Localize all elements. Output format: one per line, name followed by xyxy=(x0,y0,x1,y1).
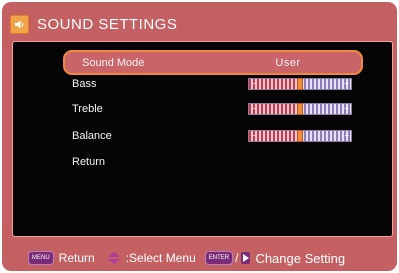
menu-item-label: Return xyxy=(72,156,106,168)
slider-knob[interactable] xyxy=(297,103,303,115)
slider-fill-left xyxy=(249,131,300,141)
slider-minus-icon: − xyxy=(251,79,256,88)
osd-frame: SOUND SETTINGS Sound Mode User Bass − + … xyxy=(2,2,397,271)
menu-key-badge: MENU xyxy=(28,251,54,265)
slider-fill-left xyxy=(249,104,300,114)
enter-key-badge: ENTER xyxy=(204,251,234,265)
slider-minus-icon: − xyxy=(251,104,256,113)
slider-knob[interactable] xyxy=(297,78,303,90)
slider-knob[interactable] xyxy=(297,130,303,142)
menu-item-label: Treble xyxy=(72,103,103,115)
slider-minus-icon: − xyxy=(251,131,256,140)
footer-change-label: Change Setting xyxy=(255,250,346,266)
sound-mode-value: User xyxy=(275,56,301,69)
menu-item-label: Sound Mode xyxy=(82,56,145,69)
page-title: SOUND SETTINGS xyxy=(37,15,178,33)
footer-slash: / xyxy=(235,251,239,265)
footer-return-label: Return xyxy=(58,251,95,265)
slider-fill-left xyxy=(249,79,300,89)
menu-item-sound-mode[interactable]: Sound Mode User xyxy=(63,50,363,75)
menu-item-label: Balance xyxy=(72,130,112,142)
slider-plus-icon: + xyxy=(344,79,349,88)
menu-item-balance[interactable]: Balance − + xyxy=(72,126,352,146)
title-bar: SOUND SETTINGS xyxy=(10,10,390,38)
bass-slider[interactable]: − + xyxy=(248,78,352,90)
menu-item-return[interactable]: Return xyxy=(72,152,352,172)
menu-item-treble[interactable]: Treble − + xyxy=(72,99,352,119)
slider-plus-icon: + xyxy=(344,131,349,140)
right-arrow-icon xyxy=(241,252,251,264)
menu-item-bass[interactable]: Bass − + xyxy=(72,74,352,94)
menu-item-label: Bass xyxy=(72,78,97,90)
slider-plus-icon: + xyxy=(344,104,349,113)
treble-slider[interactable]: − + xyxy=(248,103,352,115)
speaker-icon xyxy=(10,14,29,34)
key-hint-bar: MENU Return :Select Menu ENTER / Change … xyxy=(12,248,391,268)
balance-slider[interactable]: − + xyxy=(248,130,352,142)
menu-panel: Sound Mode User Bass − + Treble − + Bala… xyxy=(12,41,393,237)
up-down-arrows-icon xyxy=(107,252,120,264)
footer-select-label: :Select Menu xyxy=(125,251,196,265)
